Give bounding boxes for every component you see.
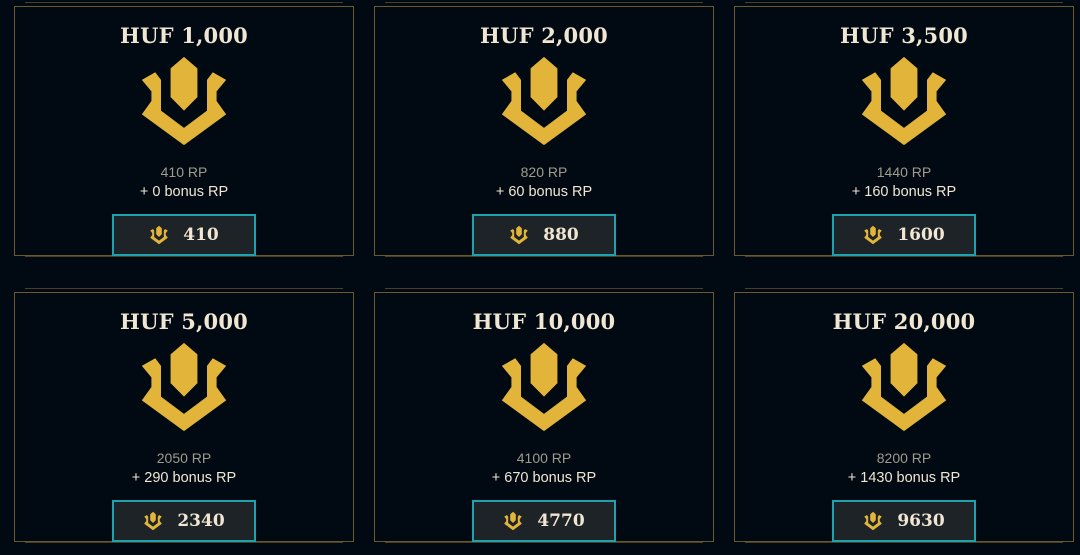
package-price: HUF 5,000 bbox=[120, 309, 248, 334]
rp-package-card[interactable]: HUF 20,000 8200 RP + 1430 bonus RP 9630 bbox=[734, 288, 1074, 543]
base-rp: 4100 RP bbox=[516, 450, 572, 466]
rp-package-card[interactable]: HUF 2,000 820 RP + 60 bonus RP 880 bbox=[374, 2, 714, 257]
total-rp: 9630 bbox=[897, 511, 945, 531]
package-price: HUF 3,500 bbox=[840, 23, 968, 48]
rp-package-card[interactable]: HUF 1,000 410 RP + 0 bonus RP 410 bbox=[14, 2, 354, 257]
riot-points-icon bbox=[501, 342, 587, 432]
buy-package-button[interactable]: 410 bbox=[112, 214, 256, 256]
riot-points-icon bbox=[510, 225, 529, 245]
riot-points-icon bbox=[501, 56, 587, 146]
package-price: HUF 20,000 bbox=[832, 309, 976, 334]
rp-package-card[interactable]: HUF 3,500 1440 RP + 160 bonus RP 1600 bbox=[734, 2, 1074, 257]
total-rp: 2340 bbox=[177, 511, 225, 531]
riot-points-icon bbox=[864, 225, 883, 245]
buy-package-button[interactable]: 9630 bbox=[832, 500, 976, 542]
base-rp: 820 RP bbox=[520, 164, 568, 180]
buy-package-button[interactable]: 1600 bbox=[832, 214, 976, 256]
bonus-rp: + 60 bonus RP bbox=[495, 184, 593, 200]
riot-points-icon bbox=[141, 342, 227, 432]
bonus-rp: + 0 bonus RP bbox=[139, 184, 229, 200]
buy-package-button[interactable]: 880 bbox=[472, 214, 616, 256]
base-rp: 410 RP bbox=[160, 164, 208, 180]
package-price: HUF 1,000 bbox=[120, 23, 248, 48]
buy-package-button[interactable]: 4770 bbox=[472, 500, 616, 542]
rp-package-card[interactable]: HUF 10,000 4100 RP + 670 bonus RP 4770 bbox=[374, 288, 714, 543]
total-rp: 1600 bbox=[897, 225, 945, 245]
total-rp: 4770 bbox=[537, 511, 585, 531]
rp-package-card[interactable]: HUF 5,000 2050 RP + 290 bonus RP 2340 bbox=[14, 288, 354, 543]
riot-points-icon bbox=[144, 511, 163, 531]
bonus-rp: + 1430 bonus RP bbox=[847, 470, 961, 486]
rp-package-grid: HUF 1,000 410 RP + 0 bonus RP 410 HUF 2,… bbox=[0, 0, 1080, 555]
bonus-rp: + 290 bonus RP bbox=[131, 470, 237, 486]
total-rp: 880 bbox=[543, 225, 579, 245]
riot-points-icon bbox=[504, 511, 523, 531]
bonus-rp: + 670 bonus RP bbox=[491, 470, 597, 486]
riot-points-icon bbox=[141, 56, 227, 146]
total-rp: 410 bbox=[183, 225, 219, 245]
riot-points-icon bbox=[150, 225, 169, 245]
bonus-rp: + 160 bonus RP bbox=[851, 184, 957, 200]
package-price: HUF 2,000 bbox=[480, 23, 608, 48]
base-rp: 2050 RP bbox=[156, 450, 212, 466]
base-rp: 8200 RP bbox=[876, 450, 932, 466]
buy-package-button[interactable]: 2340 bbox=[112, 500, 256, 542]
package-price: HUF 10,000 bbox=[472, 309, 616, 334]
riot-points-icon bbox=[861, 342, 947, 432]
base-rp: 1440 RP bbox=[876, 164, 932, 180]
riot-points-icon bbox=[864, 511, 883, 531]
riot-points-icon bbox=[861, 56, 947, 146]
